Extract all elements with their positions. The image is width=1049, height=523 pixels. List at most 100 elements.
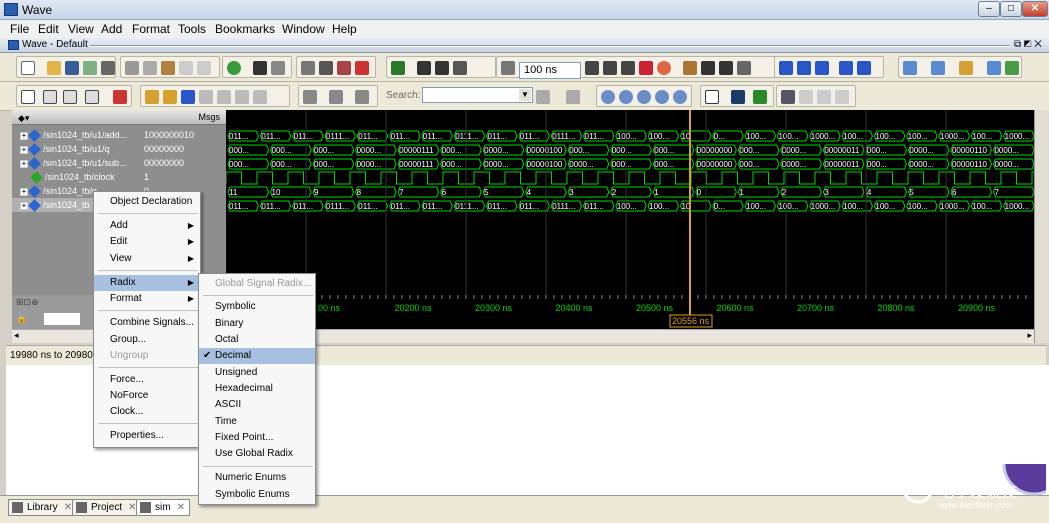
menu-bookmarks[interactable]: Bookmarks xyxy=(215,22,275,36)
style-2-icon[interactable] xyxy=(799,90,813,104)
restart-icon[interactable] xyxy=(391,61,405,75)
new-file-icon[interactable] xyxy=(21,61,35,75)
drag-handle[interactable] xyxy=(90,45,1010,47)
expand-icon[interactable]: + xyxy=(20,159,28,168)
collapse-icon[interactable] xyxy=(329,90,343,104)
compile-icon[interactable] xyxy=(301,61,315,75)
menu-format[interactable]: Format xyxy=(132,22,170,36)
menu-tools[interactable]: Tools xyxy=(178,22,206,36)
menu-help[interactable]: Help xyxy=(332,22,357,36)
menu-item-add[interactable]: Add ▶ xyxy=(110,218,200,234)
signal-row[interactable]: /sin1024_tb/clock xyxy=(12,170,115,184)
menu-add[interactable]: Add xyxy=(101,22,122,36)
minimize-button[interactable]: – xyxy=(978,1,1000,17)
next-edge-icon[interactable] xyxy=(163,90,177,104)
break-icon[interactable] xyxy=(355,61,369,75)
radix-ascii[interactable]: ASCII xyxy=(215,397,241,413)
edge-b-icon[interactable] xyxy=(217,90,231,104)
expand-icon[interactable]: + xyxy=(20,201,28,210)
style-1-icon[interactable] xyxy=(781,90,795,104)
run-continue-icon[interactable] xyxy=(603,61,617,75)
maximize-button[interactable]: □ xyxy=(1000,1,1022,17)
cut-icon[interactable] xyxy=(125,61,139,75)
search-dropdown-icon[interactable]: ▼ xyxy=(519,89,531,101)
close-button[interactable]: ✕ xyxy=(1022,1,1048,17)
expand-icon[interactable]: + xyxy=(20,131,28,140)
radix-octal[interactable]: Octal xyxy=(215,332,238,348)
left-arrow-icon[interactable] xyxy=(435,61,449,75)
header-icon[interactable]: ◆▾ xyxy=(18,111,38,123)
print-icon[interactable] xyxy=(101,61,115,75)
zoom-out-icon[interactable] xyxy=(619,90,633,104)
reload-icon[interactable] xyxy=(83,61,97,75)
cursor-value-box[interactable] xyxy=(44,313,80,325)
edge-a-icon[interactable] xyxy=(199,90,213,104)
search-forward-icon[interactable] xyxy=(536,90,550,104)
hand-icon[interactable] xyxy=(737,61,751,75)
menu-item-radix[interactable]: Radix ▶ xyxy=(94,275,200,291)
expand-icon[interactable] xyxy=(303,90,317,104)
pointer-icon[interactable] xyxy=(21,90,35,104)
copy-icon[interactable] xyxy=(143,61,157,75)
expand-icon[interactable]: + xyxy=(20,145,28,154)
menu-item-combine-signals[interactable]: Combine Signals... xyxy=(110,315,194,331)
insert-cursor-icon[interactable] xyxy=(113,90,127,104)
radix-fixed-point[interactable]: Fixed Point... xyxy=(215,430,273,446)
radix-global-signal-radix[interactable]: Global Signal Radix... xyxy=(215,276,311,292)
step-back-icon[interactable] xyxy=(797,61,811,75)
save-icon[interactable] xyxy=(65,61,79,75)
radix-use-global-radix[interactable]: Use Global Radix xyxy=(215,446,293,462)
expand-icon[interactable]: + xyxy=(20,187,28,196)
waveform-pane[interactable]: 011... 011... 011... 0111... 011... 011... 011… xyxy=(226,110,1034,295)
run-all-icon[interactable] xyxy=(621,61,635,75)
zoom-in-icon[interactable] xyxy=(601,90,615,104)
break-sim-icon[interactable] xyxy=(657,61,671,75)
step-out-icon[interactable] xyxy=(719,61,733,75)
layout-5-icon[interactable] xyxy=(1005,61,1019,75)
menu-item-group[interactable]: Group... xyxy=(110,332,146,348)
menu-edit[interactable]: Edit xyxy=(38,22,59,36)
layout-4-icon[interactable] xyxy=(987,61,1001,75)
menu-item-object-declaration[interactable]: Object Declaration xyxy=(110,194,192,210)
menu-item-force[interactable]: Force... xyxy=(110,372,144,388)
expand-all-icon[interactable] xyxy=(355,90,369,104)
close-icon[interactable]: ✕ xyxy=(177,502,185,513)
delete-cursor-icon[interactable] xyxy=(731,90,745,104)
signal-row[interactable]: + /sin1024_tb/u1/q xyxy=(12,142,110,156)
run-icon[interactable] xyxy=(227,61,241,75)
menu-item-noforce[interactable]: NoForce xyxy=(110,388,148,404)
run-step-icon[interactable] xyxy=(585,61,599,75)
up-arrow-icon[interactable] xyxy=(417,61,431,75)
format-icon[interactable] xyxy=(271,61,285,75)
find-edge-icon[interactable] xyxy=(181,90,195,104)
lock-cursor-icon[interactable] xyxy=(753,90,767,104)
menu-file[interactable]: File xyxy=(10,22,29,36)
simulate-icon[interactable] xyxy=(337,61,351,75)
undo-icon[interactable] xyxy=(179,61,193,75)
layout-2-icon[interactable] xyxy=(931,61,945,75)
tab-sim[interactable]: sim ✕ xyxy=(136,499,190,516)
radix-symbolic-enums[interactable]: Symbolic Enums xyxy=(215,487,289,503)
scroll-right-icon[interactable]: ▸ xyxy=(1027,330,1032,341)
menu-item-format[interactable]: Format ▶ xyxy=(110,291,200,307)
tab-library[interactable]: Library ✕ xyxy=(8,499,77,516)
find-icon[interactable] xyxy=(253,61,267,75)
menu-window[interactable]: Window xyxy=(282,22,325,36)
step-forward-icon[interactable] xyxy=(857,61,871,75)
cursor-tools-icon[interactable]: ⊞⊡⊕ xyxy=(16,297,39,308)
menu-item-ungroup[interactable]: Ungroup xyxy=(110,348,148,364)
lock-icon[interactable]: 🔒 xyxy=(16,313,27,324)
step-over-icon[interactable] xyxy=(701,61,715,75)
step-up-icon[interactable] xyxy=(815,61,829,75)
edge-d-icon[interactable] xyxy=(253,90,267,104)
menu-item-clock[interactable]: Clock... xyxy=(110,404,143,420)
radix-binary[interactable]: Binary xyxy=(215,316,243,332)
layout-1-icon[interactable] xyxy=(903,61,917,75)
radix-numeric-enums[interactable]: Numeric Enums xyxy=(215,470,286,486)
stop-icon[interactable] xyxy=(639,61,653,75)
style-3-icon[interactable] xyxy=(817,90,831,104)
zoom-mode-icon[interactable] xyxy=(43,90,57,104)
vertical-scrollbar[interactable] xyxy=(1034,110,1049,343)
menu-item-view[interactable]: View ▶ xyxy=(110,251,200,267)
radix-hexadecimal[interactable]: Hexadecimal xyxy=(215,381,273,397)
